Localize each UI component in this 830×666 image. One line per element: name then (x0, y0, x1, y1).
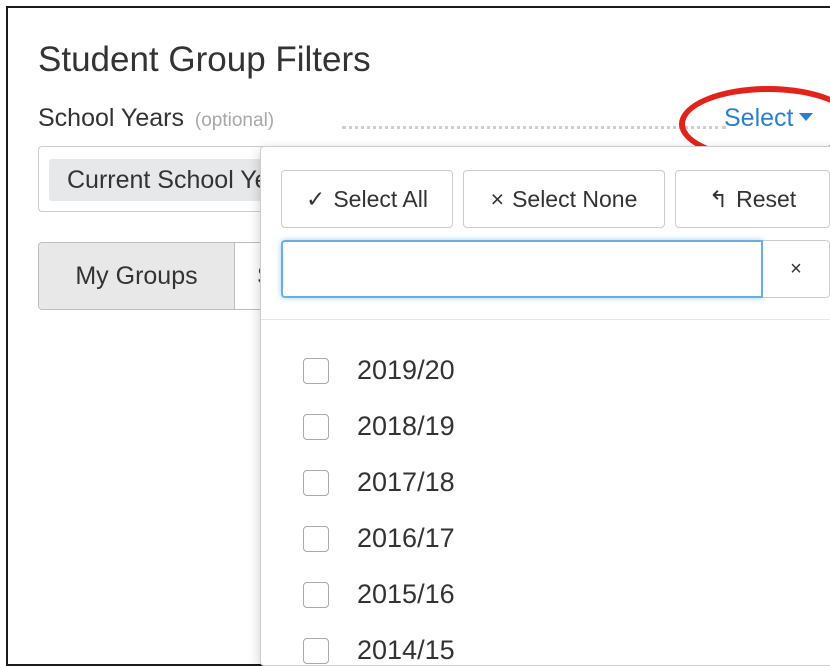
clear-icon: × (790, 258, 802, 280)
school-years-label: School Years (optional) (38, 104, 274, 133)
group-toggle: My Groups Shared Groups (38, 242, 268, 310)
option-checkbox[interactable] (303, 582, 329, 608)
clear-search-button[interactable]: × (763, 240, 830, 298)
reset-button[interactable]: ↰ Reset (675, 170, 830, 228)
selected-year-chip: Current School Year (49, 159, 277, 201)
select-all-label: Select All (333, 186, 428, 212)
dotted-leader (342, 126, 726, 129)
check-icon: ✓ (306, 186, 326, 212)
undo-arrow-icon: ↰ (708, 186, 729, 212)
school-years-selection-box[interactable]: Current School Year (38, 146, 278, 212)
option-checkbox[interactable] (303, 526, 329, 552)
option-label: 2019/20 (357, 355, 455, 385)
optional-hint: (optional) (194, 110, 275, 131)
reset-label: Reset (736, 186, 797, 212)
year-search-input[interactable] (281, 240, 763, 298)
option-label: 2014/15 (357, 635, 455, 665)
page-title: Student Group Filters (38, 40, 371, 79)
option-checkbox[interactable] (303, 470, 329, 496)
option-checkbox[interactable] (303, 638, 329, 664)
option-checkbox[interactable] (303, 358, 329, 384)
school-years-label-text: School Years (38, 104, 184, 132)
option-label: 2016/17 (357, 523, 455, 553)
select-none-label: Select None (512, 186, 638, 212)
x-icon: × (490, 186, 505, 212)
option-label: 2015/16 (357, 579, 455, 609)
school-years-dropdown: ✓ Select All × Select None ↰ Reset × 2019/2… (260, 146, 830, 666)
select-none-button[interactable]: × Select None (463, 170, 665, 228)
option-label: 2017/18 (357, 467, 455, 497)
my-groups-button[interactable]: My Groups (39, 243, 235, 309)
option-checkbox[interactable] (303, 414, 329, 440)
select-all-button[interactable]: ✓ Select All (281, 170, 453, 228)
option-label: 2018/19 (357, 411, 455, 441)
year-options-list: 2019/20 2018/19 2017/18 2016/17 2015/16 … (261, 320, 830, 665)
